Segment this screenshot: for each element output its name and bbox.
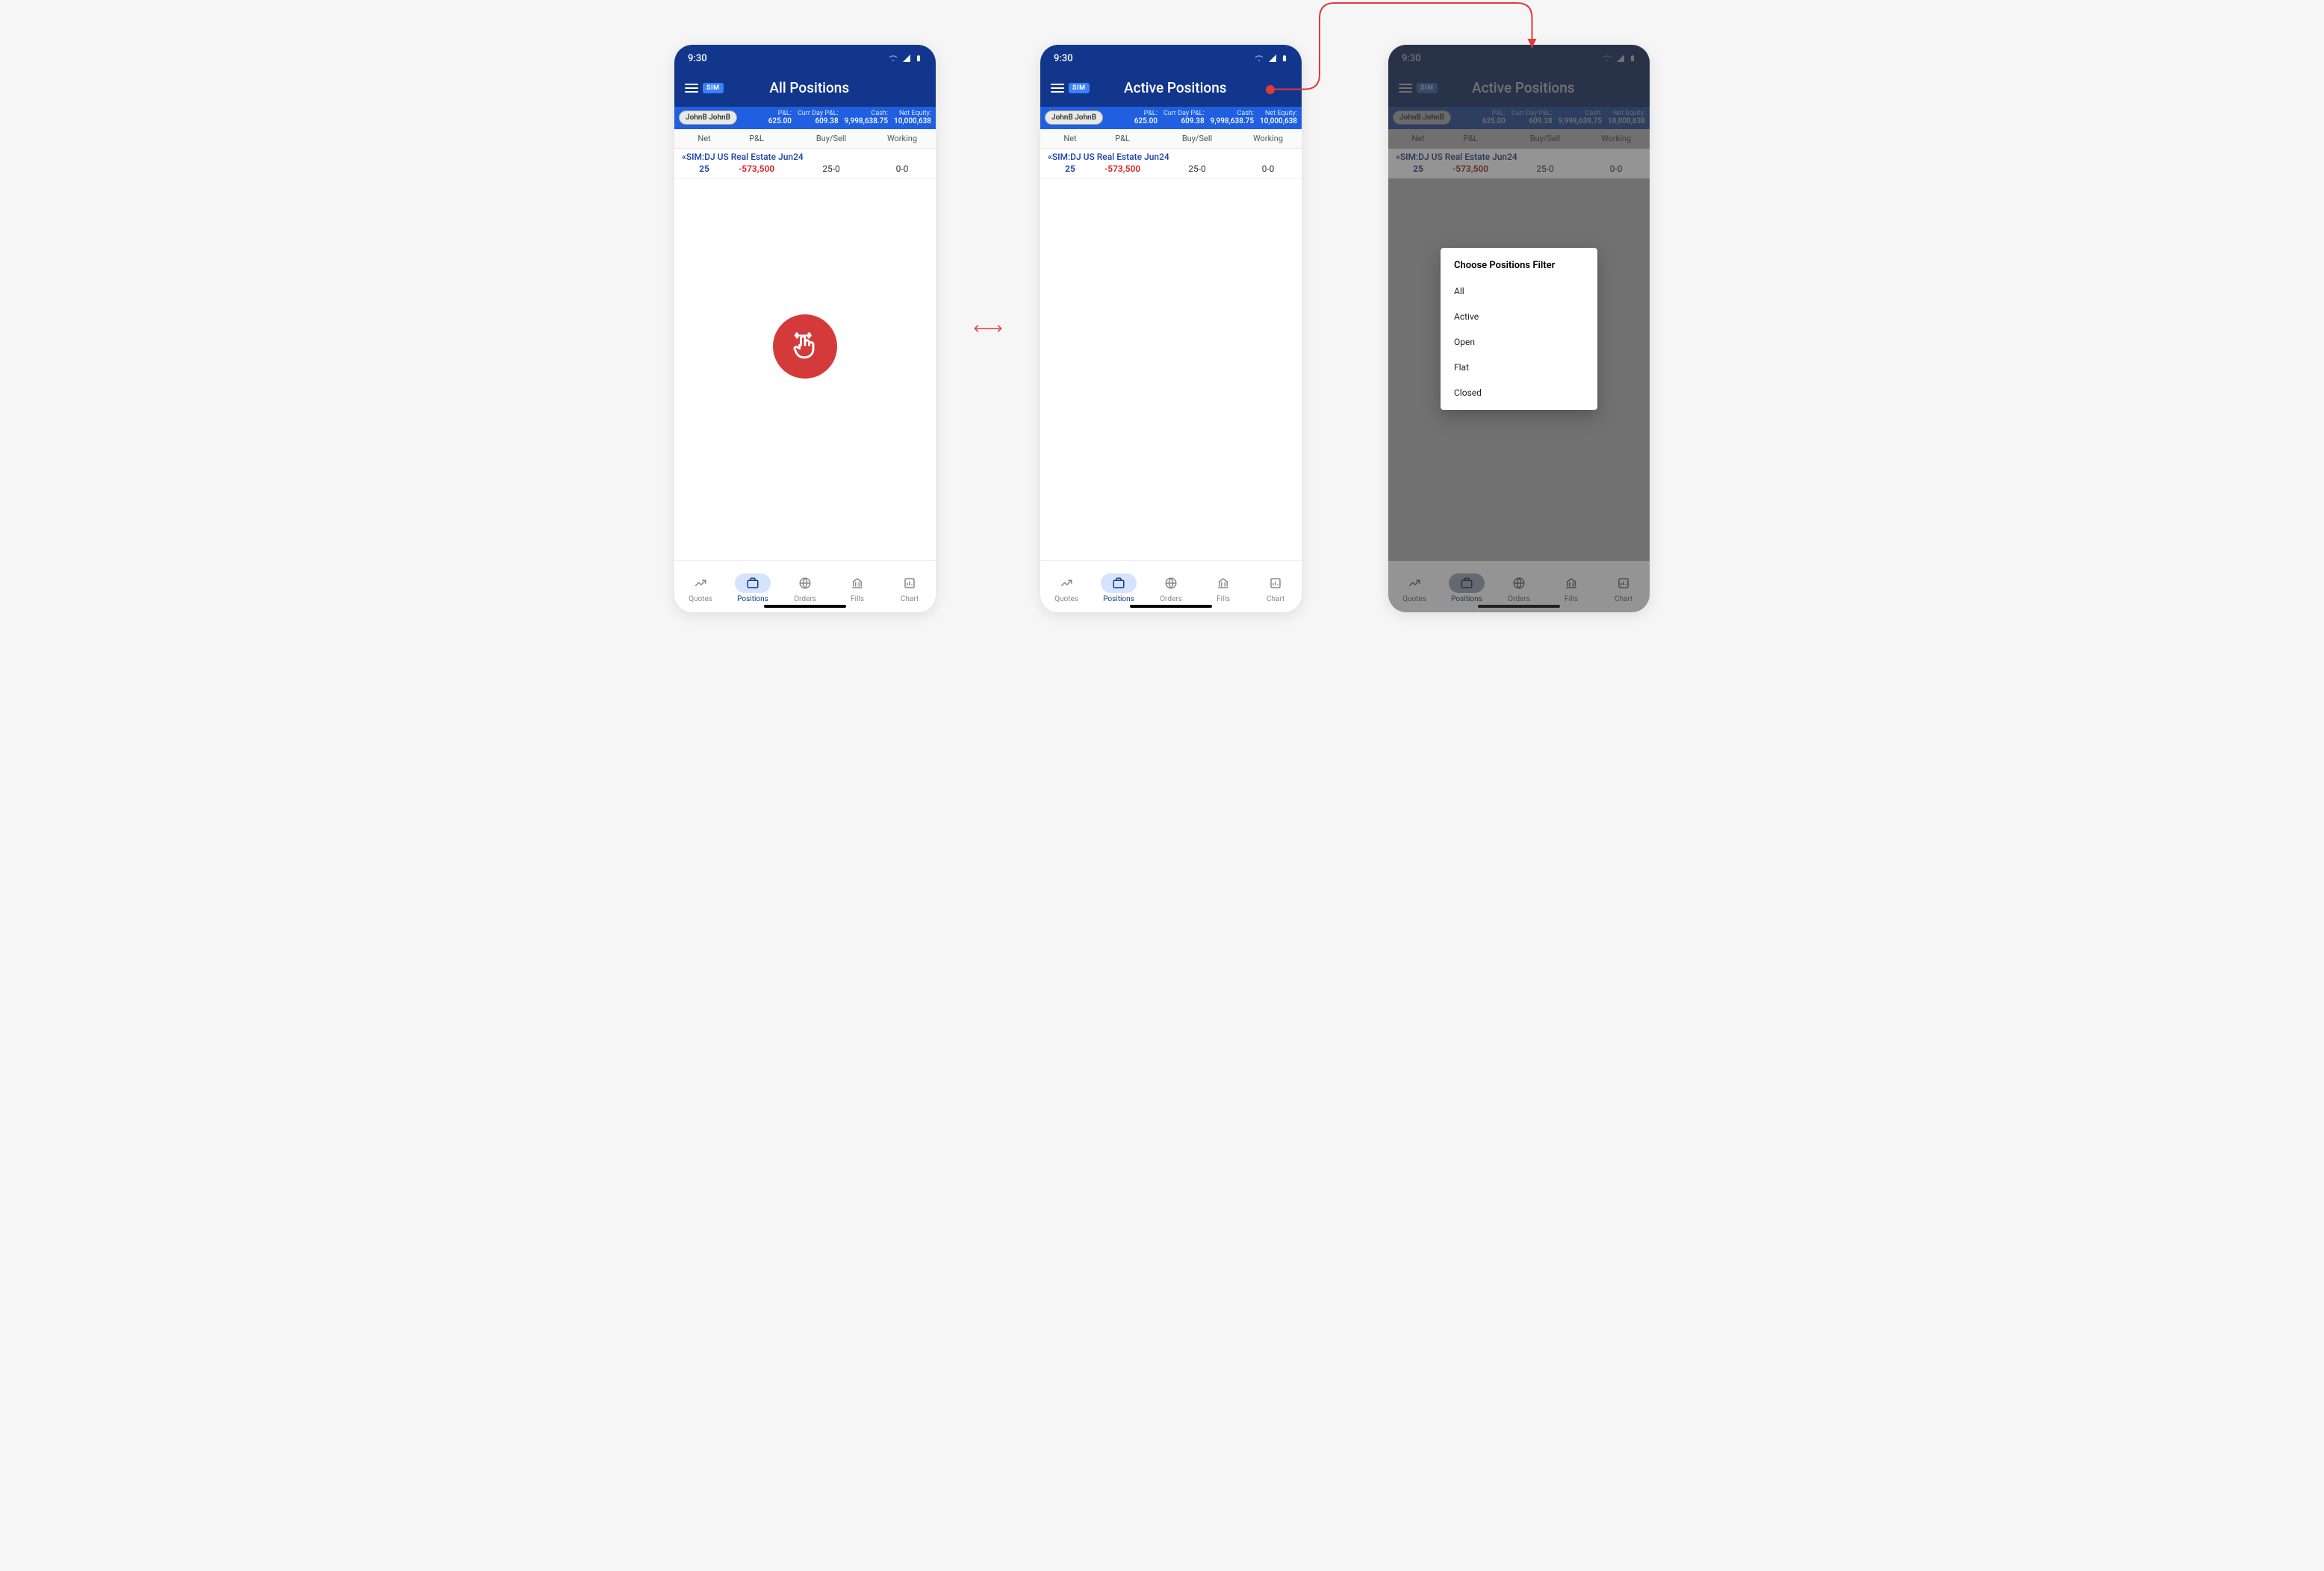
positions-table-header: Net P&L Buy/Sell Working <box>1040 129 1302 149</box>
position-pl: -573,500 <box>727 164 786 174</box>
gesture-bar[interactable] <box>1130 605 1212 608</box>
col-header-working: Working <box>1242 134 1294 143</box>
trending-up-icon <box>1059 576 1074 590</box>
filter-option-flat[interactable]: Flat <box>1441 355 1597 380</box>
position-buysell: 25-0 <box>786 164 876 174</box>
signal-icon <box>1267 54 1278 63</box>
col-header-pl: P&L <box>1093 134 1152 143</box>
account-summary-bar: JohnB JohnB P&L:625.00 Curr Day P&L:609.… <box>1040 107 1302 129</box>
phone-screen-3: 9:30 SIM Active Positions JohnB JohnB P&… <box>1388 45 1650 612</box>
tap-indicator-dot <box>1266 85 1275 94</box>
positions-body[interactable] <box>1040 179 1302 560</box>
chart-icon <box>902 576 917 590</box>
wifi-icon <box>888 54 898 63</box>
col-header-net: Net <box>1048 134 1093 143</box>
position-name: «SIM:DJ US Real Estate Jun24 <box>1048 152 1294 162</box>
phone-screen-2: 9:30 SIM Active Positions JohnB JohnB P&… <box>1040 45 1302 612</box>
position-buysell: 25-0 <box>1152 164 1242 174</box>
nav-orders[interactable]: Orders <box>781 570 829 606</box>
position-net: 25 <box>682 164 727 174</box>
summary-pl: P&L:625.00 <box>1134 110 1158 126</box>
position-pl: -573,500 <box>1093 164 1152 174</box>
battery-icon <box>915 53 922 63</box>
nav-chart[interactable]: Chart <box>1252 570 1299 606</box>
clock: 9:30 <box>1054 53 1073 64</box>
positions-table-header: Net P&L Buy/Sell Working <box>674 129 936 149</box>
summary-pl: P&L:625.00 <box>768 110 792 126</box>
battery-icon <box>1281 53 1288 63</box>
position-row[interactable]: «SIM:DJ US Real Estate Jun24 25 -573,500… <box>1040 149 1302 179</box>
nav-quotes[interactable]: Quotes <box>677 570 724 606</box>
signal-icon <box>901 54 912 63</box>
swipe-arrow <box>972 45 1004 612</box>
filter-dialog: Choose Positions Filter All Active Open … <box>1441 248 1597 410</box>
bank-icon <box>850 576 865 590</box>
trending-up-icon <box>693 576 708 590</box>
position-working: 0-0 <box>876 164 928 174</box>
connector-spacer <box>1337 45 1352 612</box>
nav-quotes[interactable]: Quotes <box>1043 570 1090 606</box>
summary-net-equity: Net Equity:10,000,638 <box>894 110 931 126</box>
nav-fills[interactable]: Fills <box>833 570 881 606</box>
nav-positions[interactable]: Positions <box>1095 570 1143 606</box>
gesture-bar[interactable] <box>764 605 846 608</box>
col-header-buysell: Buy/Sell <box>1152 134 1242 143</box>
account-summary-bar: JohnB JohnB P&L:625.00 Curr Day P&L:609.… <box>674 107 936 129</box>
positions-body[interactable] <box>674 179 936 560</box>
col-header-buysell: Buy/Sell <box>786 134 876 143</box>
filter-option-active[interactable]: Active <box>1441 304 1597 329</box>
briefcase-icon <box>745 576 760 590</box>
position-working: 0-0 <box>1242 164 1294 174</box>
briefcase-icon <box>1111 576 1126 590</box>
user-chip[interactable]: JohnB JohnB <box>1045 111 1103 125</box>
position-net: 25 <box>1048 164 1093 174</box>
phone-screen-1: 9:30 SIM All Positions JohnB JohnB P&L:6… <box>674 45 936 612</box>
summary-net-equity: Net Equity:10,000,638 <box>1260 110 1297 126</box>
bank-icon <box>1216 576 1231 590</box>
status-bar: 9:30 <box>1040 45 1302 72</box>
summary-cash: Cash:9,998,638.75 <box>1211 110 1254 126</box>
app-header: SIM All Positions <box>674 72 936 107</box>
status-bar: 9:30 <box>674 45 936 72</box>
wifi-icon <box>1254 54 1264 63</box>
swipe-gesture-icon <box>773 314 837 379</box>
nav-fills[interactable]: Fills <box>1199 570 1247 606</box>
dialog-title: Choose Positions Filter <box>1441 260 1597 279</box>
summary-currday-pl: Curr Day P&L:609.38 <box>1163 110 1205 126</box>
app-header: SIM Active Positions <box>1040 72 1302 107</box>
position-row[interactable]: «SIM:DJ US Real Estate Jun24 25 -573,500… <box>674 149 936 179</box>
col-header-working: Working <box>876 134 928 143</box>
summary-currday-pl: Curr Day P&L:609.38 <box>798 110 839 126</box>
user-chip[interactable]: JohnB JohnB <box>679 111 737 125</box>
filter-option-closed[interactable]: Closed <box>1441 380 1597 405</box>
status-icons <box>888 53 922 63</box>
globe-icon <box>1163 576 1178 590</box>
clock: 9:30 <box>688 53 707 64</box>
page-title[interactable]: Active Positions <box>1060 79 1291 96</box>
nav-chart[interactable]: Chart <box>886 570 933 606</box>
summary-cash: Cash:9,998,638.75 <box>845 110 888 126</box>
col-header-pl: P&L <box>727 134 786 143</box>
globe-icon <box>798 576 813 590</box>
page-title[interactable]: All Positions <box>694 79 925 96</box>
col-header-net: Net <box>682 134 727 143</box>
filter-option-all[interactable]: All <box>1441 279 1597 304</box>
chart-icon <box>1268 576 1283 590</box>
filter-option-open[interactable]: Open <box>1441 329 1597 355</box>
modal-overlay[interactable]: Choose Positions Filter All Active Open … <box>1388 45 1650 612</box>
nav-positions[interactable]: Positions <box>729 570 777 606</box>
status-icons <box>1254 53 1288 63</box>
position-name: «SIM:DJ US Real Estate Jun24 <box>682 152 928 162</box>
nav-orders[interactable]: Orders <box>1147 570 1195 606</box>
